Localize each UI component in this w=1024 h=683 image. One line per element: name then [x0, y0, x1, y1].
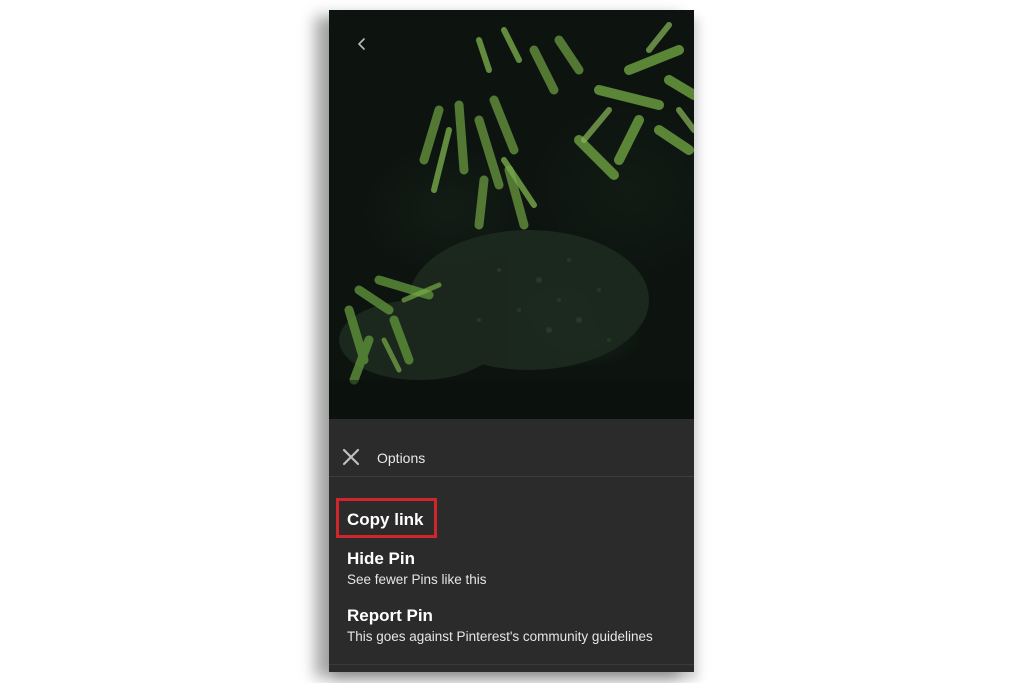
- options-header: Options: [329, 419, 694, 477]
- moss-photo: [329, 22, 694, 419]
- divider: [329, 664, 694, 665]
- copy-link-label: Copy link: [347, 510, 424, 529]
- pin-image[interactable]: [329, 10, 694, 419]
- report-pin-option[interactable]: Report Pin This goes against Pinterest's…: [329, 601, 694, 653]
- phone-screen: Options Copy link Hide Pin See fewer Pin…: [329, 10, 694, 672]
- hide-pin-option[interactable]: Hide Pin See fewer Pins like this: [329, 544, 694, 594]
- report-pin-description: This goes against Pinterest's community …: [347, 629, 653, 644]
- chevron-left-icon[interactable]: [355, 34, 369, 54]
- options-title: Options: [377, 450, 426, 466]
- options-sheet: Options Copy link Hide Pin See fewer Pin…: [329, 419, 694, 672]
- report-pin-label: Report Pin: [347, 606, 433, 625]
- page: Options Copy link Hide Pin See fewer Pin…: [0, 0, 1024, 683]
- hide-pin-label: Hide Pin: [347, 549, 416, 568]
- hide-pin-description: See fewer Pins like this: [347, 572, 487, 587]
- copy-link-option[interactable]: Copy link: [329, 501, 694, 537]
- close-icon[interactable]: [342, 448, 360, 466]
